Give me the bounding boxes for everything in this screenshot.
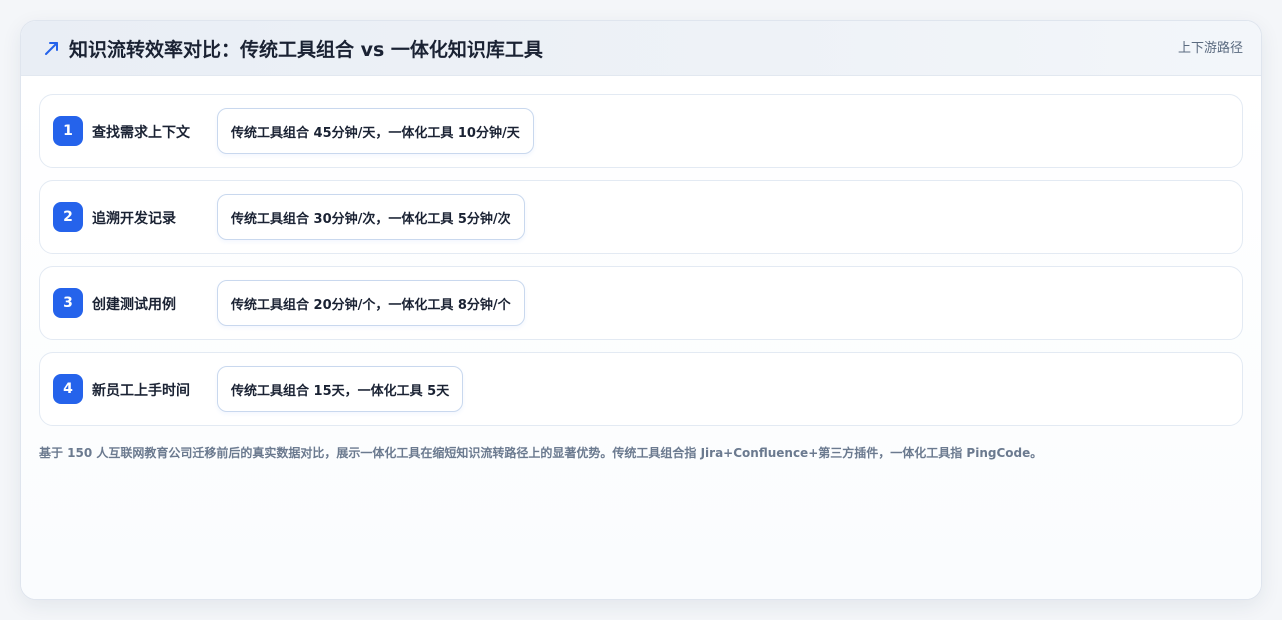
card-header: 知识流转效率对比：传统工具组合 vs 一体化知识库工具 上下游路径 (21, 21, 1261, 76)
step-number-badge: 4 (53, 374, 83, 404)
page-title: 知识流转效率对比：传统工具组合 vs 一体化知识库工具 (69, 39, 543, 61)
step-row: 4 新员工上手时间 传统工具组合 15天，一体化工具 5天 (39, 352, 1243, 426)
card-body: 1 查找需求上下文 传统工具组合 45分钟/天，一体化工具 10分钟/天 2 追… (21, 76, 1261, 599)
step-number-badge: 3 (53, 288, 83, 318)
step-row: 2 追溯开发记录 传统工具组合 30分钟/次，一体化工具 5分钟/次 (39, 180, 1243, 254)
step-number-badge: 2 (53, 202, 83, 232)
step-number-badge: 1 (53, 116, 83, 146)
step-label: 创建测试用例 (92, 297, 176, 313)
trend-up-icon (45, 42, 58, 55)
step-comparison: 传统工具组合 20分钟/个，一体化工具 8分钟/个 (217, 280, 525, 326)
step-row: 3 创建测试用例 传统工具组合 20分钟/个，一体化工具 8分钟/个 (39, 266, 1243, 340)
step-comparison: 传统工具组合 45分钟/天，一体化工具 10分钟/天 (217, 108, 534, 154)
path-tag: 上下游路径 (1177, 41, 1243, 56)
step-row: 1 查找需求上下文 传统工具组合 45分钟/天，一体化工具 10分钟/天 (39, 94, 1243, 168)
footnote: 基于 150 人互联网教育公司迁移前后的真实数据对比，展示一体化工具在缩短知识流… (39, 446, 1043, 460)
step-comparison: 传统工具组合 15天，一体化工具 5天 (217, 366, 464, 412)
step-comparison: 传统工具组合 30分钟/次，一体化工具 5分钟/次 (217, 194, 525, 240)
step-label: 追溯开发记录 (92, 211, 176, 227)
step-label: 新员工上手时间 (92, 383, 190, 399)
comparison-card: 知识流转效率对比：传统工具组合 vs 一体化知识库工具 上下游路径 1 查找需求… (20, 20, 1262, 600)
step-label: 查找需求上下文 (92, 125, 190, 141)
